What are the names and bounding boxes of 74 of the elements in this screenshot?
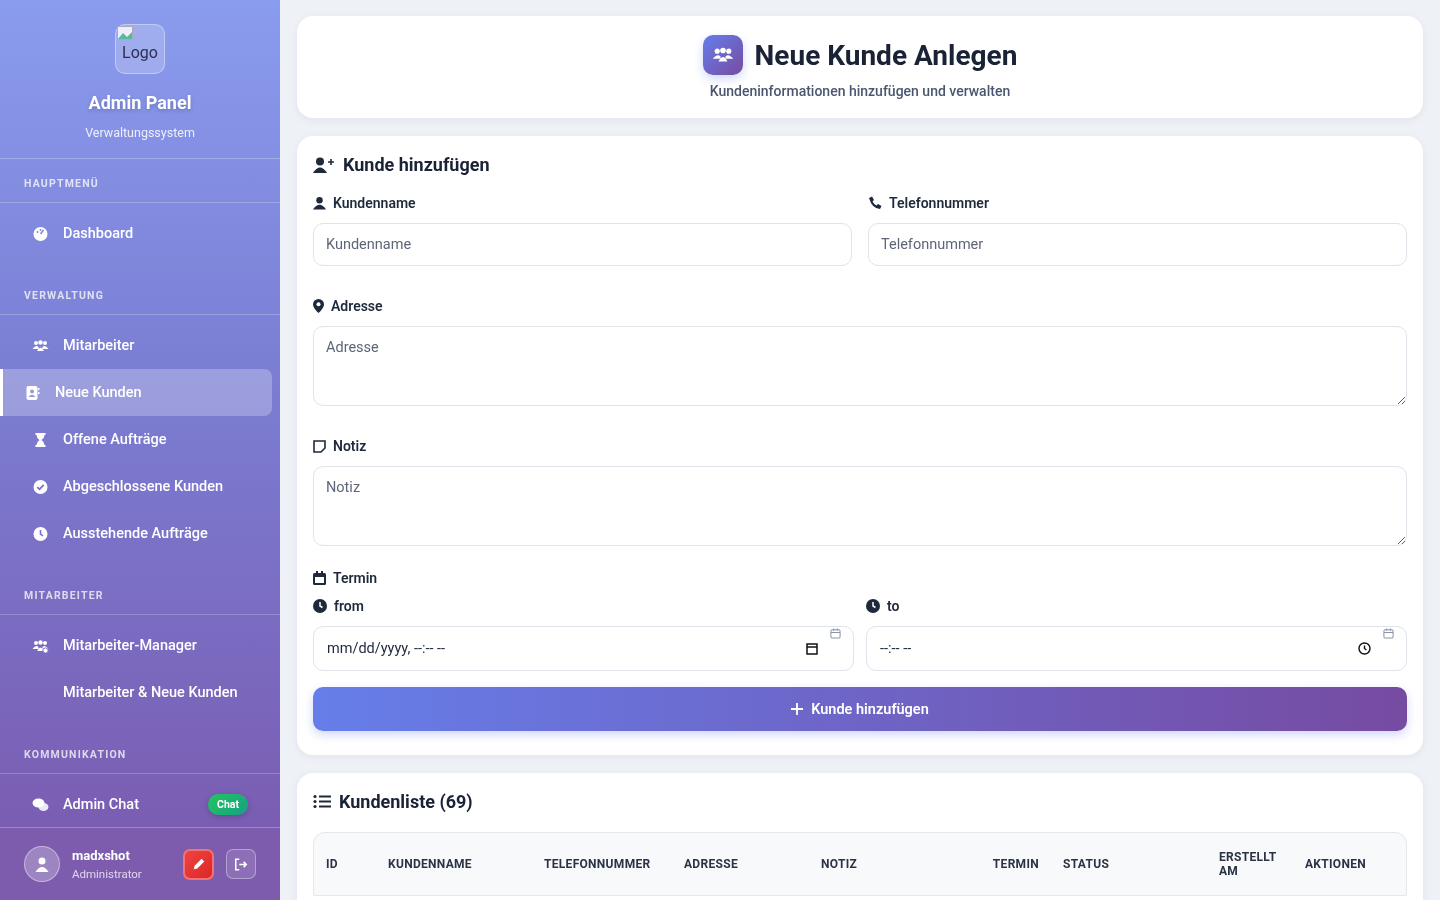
clock-icon: [866, 599, 880, 613]
phone-icon: [868, 196, 882, 210]
users-icon: [32, 337, 49, 354]
time-field[interactable]: --:-- --: [866, 626, 1407, 671]
field-label: Kundenname: [333, 195, 416, 211]
field-label: Termin: [333, 570, 378, 586]
nav-item[interactable]: Admin Chat Chat: [0, 781, 272, 828]
section-heading: MITARBEITER: [24, 589, 104, 602]
note-icon: [313, 439, 326, 453]
nav-item[interactable]: Offene Aufträge: [0, 416, 272, 463]
broken-image-icon: [117, 26, 133, 40]
chat-badge: Chat: [208, 794, 248, 815]
column-header: ERSTELLT AM: [1219, 850, 1278, 878]
add-customer-button[interactable]: Kunde hinzufügen: [313, 687, 1407, 731]
nav-item[interactable]: Mitarbeiter & Neue Kunden: [0, 669, 272, 716]
nav-item[interactable]: Ausstehende Aufträge: [0, 510, 272, 557]
section-heading: VERWALTUNG: [24, 289, 105, 302]
field-label: Adresse: [331, 298, 383, 314]
calendar-icon: [830, 628, 841, 639]
gauge-icon: [32, 225, 49, 242]
logo-alt-text: Logo: [122, 42, 158, 62]
form-title: Kunde hinzufügen: [343, 154, 490, 175]
section-heading: HAUPTMENÜ: [24, 177, 99, 190]
clock-icon: [313, 599, 327, 613]
list-icon: [313, 794, 331, 809]
column-header: TELEFONNUMMER: [544, 857, 652, 871]
column-header: ID: [326, 857, 339, 871]
user-name: madxshot: [72, 847, 131, 863]
pencil-icon: [191, 857, 206, 871]
calendar-icon[interactable]: [806, 642, 818, 655]
clock-icon[interactable]: [1358, 642, 1371, 655]
field-label: to: [887, 598, 900, 614]
section-heading: KOMMUNIKATION: [24, 748, 127, 761]
field-label: Telefonnummer: [889, 195, 989, 211]
clock-icon: [32, 525, 49, 542]
logout-icon: [234, 857, 248, 871]
map-pin-icon: [313, 299, 324, 313]
field-label: Notiz: [333, 438, 367, 454]
person-icon: [313, 196, 326, 210]
date-time-field[interactable]: mm/dd/yyyy, --:-- --: [313, 626, 854, 671]
users-icon: [702, 35, 743, 75]
address-text-area[interactable]: Adresse: [313, 326, 1407, 406]
nav-item[interactable]: Abgeschlossene Kunden: [0, 463, 272, 510]
nav-item[interactable]: Dashboard: [0, 210, 272, 257]
name-input-field[interactable]: Kundenname: [313, 223, 852, 266]
contact-card-icon: [24, 384, 41, 401]
users-gear-icon: [32, 637, 49, 654]
chat-bubbles-icon: [32, 796, 49, 813]
user-plus-icon: [313, 156, 335, 173]
page-title: Neue Kunde Anlegen: [754, 38, 1018, 72]
nav-item[interactable]: Mitarbeiter: [0, 322, 272, 369]
note-text-area[interactable]: Notiz: [313, 466, 1407, 546]
list-title: Kundenliste (69): [339, 791, 473, 812]
nav-item[interactable]: Mitarbeiter-Manager: [0, 622, 272, 669]
column-header: TERMIN: [991, 857, 1040, 871]
calendar-icon: [313, 571, 326, 585]
app-subtitle: Verwaltungssystem: [85, 125, 195, 140]
calendar-icon: [1383, 628, 1394, 639]
column-header: STATUS: [1063, 857, 1111, 871]
column-header: KUNDENNAME: [388, 857, 473, 871]
edit-button[interactable]: [183, 848, 214, 880]
column-header: NOTIZ: [821, 857, 859, 871]
field-label: from: [334, 598, 364, 614]
logout-button[interactable]: [226, 849, 256, 879]
column-header: AKTIONEN: [1305, 857, 1367, 871]
avatar: [24, 846, 60, 882]
app-title: Admin Panel: [88, 92, 192, 113]
plus-icon: [791, 703, 804, 715]
check-circle-icon: [32, 478, 49, 495]
page-subtitle: Kundeninformationen hinzufügen und verwalten: [709, 83, 1011, 99]
nav-item[interactable]: Neue Kunden: [0, 369, 272, 416]
phone-input-field[interactable]: Telefonnummer: [868, 223, 1407, 266]
column-header: ADRESSE: [684, 857, 739, 871]
user-role: Administrator: [72, 866, 143, 881]
